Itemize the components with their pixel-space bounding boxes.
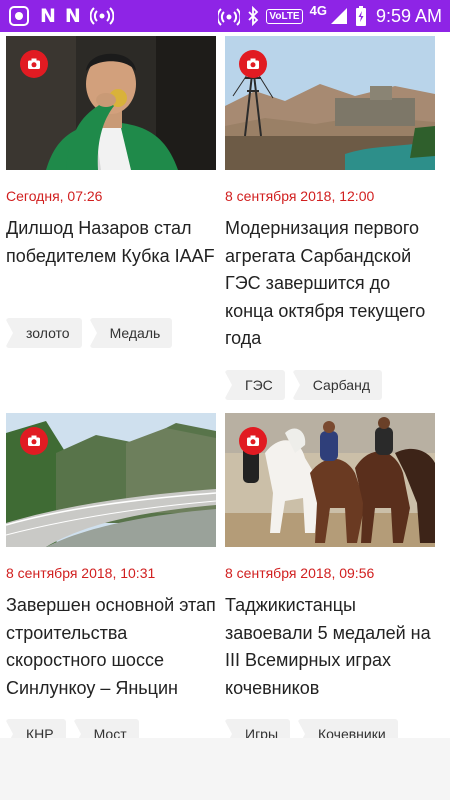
article-title[interactable]: Завершен основной этап строительства ско…	[6, 592, 216, 702]
tag-chip[interactable]: ГЭС	[224, 370, 285, 400]
article-title[interactable]: Модернизация первого агрегата Сарбандско…	[225, 215, 435, 353]
camera-icon	[239, 50, 267, 78]
screen-record-icon	[8, 5, 30, 27]
article-date: Сегодня, 07:26	[6, 188, 103, 204]
article-image[interactable]	[225, 413, 435, 547]
article-date: 8 сентября 2018, 10:31	[6, 565, 156, 581]
news-feed: Сегодня, 07:26 Дилшод Назаров стал побед…	[0, 32, 450, 738]
article-image[interactable]	[6, 413, 216, 547]
tag-list: КНР Мост	[5, 719, 139, 738]
tag-chip[interactable]: Мост	[72, 719, 139, 738]
status-bar-right: VoLTE 4G 9:59 AM	[218, 2, 442, 27]
wifi-signal-icon	[218, 6, 241, 26]
article-image[interactable]	[225, 36, 435, 170]
tag-list: Игры Кочевники	[223, 719, 398, 738]
network-type: 4G	[309, 2, 327, 18]
news-card[interactable]: 8 сентября 2018, 12:00 Модернизация перв…	[224, 36, 435, 406]
camera-icon	[239, 427, 267, 455]
tag-chip[interactable]: Игры	[223, 719, 291, 738]
news-card[interactable]: Сегодня, 07:26 Дилшод Назаров стал побед…	[5, 36, 216, 376]
status-bar-left: N N	[8, 5, 114, 27]
camera-icon	[20, 50, 48, 78]
news-card[interactable]: 8 сентября 2018, 09:56 Таджикистанцы зав…	[223, 413, 435, 738]
battery-icon	[355, 6, 367, 26]
tag-chip[interactable]: Сарбанд	[291, 370, 382, 400]
article-date: 8 сентября 2018, 12:00	[225, 188, 375, 204]
tag-list: ГЭС Сарбанд	[224, 370, 382, 400]
tag-chip[interactable]: золото	[5, 318, 82, 348]
tag-chip[interactable]: КНР	[5, 719, 66, 738]
tag-chip[interactable]: Медаль	[88, 318, 173, 348]
camera-icon	[20, 427, 48, 455]
n-app-icon: N	[40, 5, 56, 27]
bottom-bar	[0, 738, 450, 800]
tag-chip[interactable]: Кочевники	[297, 719, 398, 738]
tag-list: золото Медаль	[5, 318, 173, 348]
volte-badge: VoLTE	[266, 8, 303, 24]
status-bar: N N VoLTE 4G 9:59 AM	[0, 0, 450, 32]
article-title[interactable]: Дилшод Назаров стал победителем Кубка IA…	[6, 215, 216, 270]
news-card[interactable]: 8 сентября 2018, 10:31 Завершен основной…	[5, 413, 216, 738]
clock: 9:59 AM	[375, 5, 442, 26]
signal-icon	[330, 7, 348, 25]
hotspot-icon	[89, 6, 114, 26]
n-app-icon: N	[64, 5, 81, 27]
article-title[interactable]: Таджикистанцы завоевали 5 медалей на III…	[225, 592, 435, 702]
article-date: 8 сентября 2018, 09:56	[225, 565, 375, 581]
bluetooth-icon	[247, 6, 259, 26]
article-image[interactable]	[6, 36, 216, 170]
